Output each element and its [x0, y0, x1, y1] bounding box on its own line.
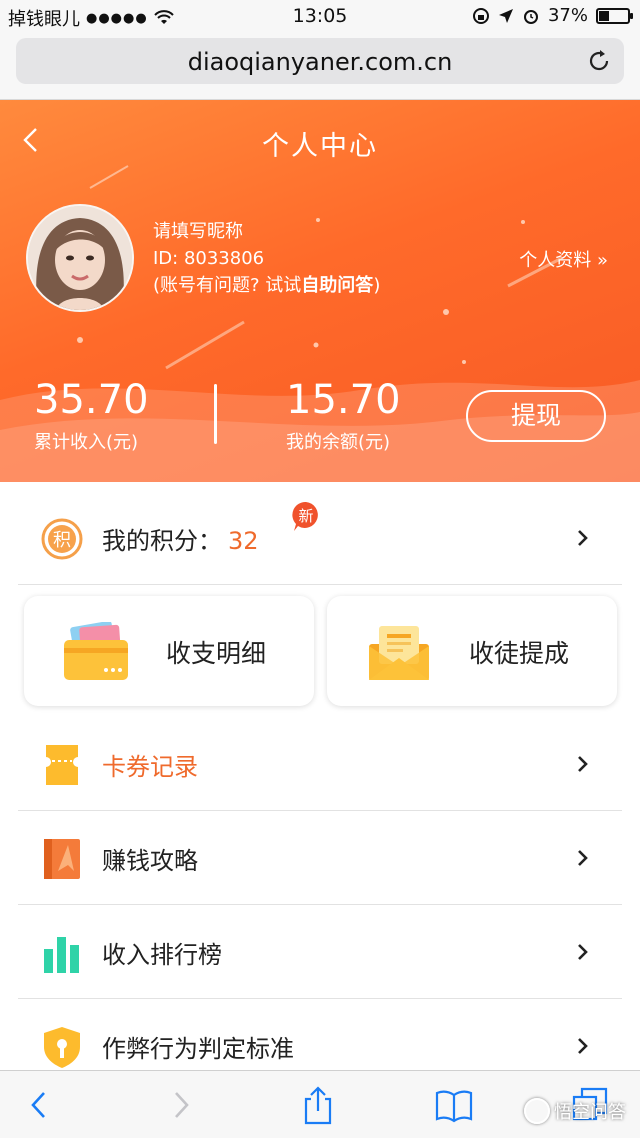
user-id: ID: 8033806 — [153, 248, 265, 269]
ticket-icon — [46, 745, 78, 785]
menu-label-coupons: 卡券记录 — [102, 753, 198, 781]
help-prefix: (账号有问题? 试试 — [153, 275, 302, 296]
card-wallet-icon — [64, 622, 128, 680]
chevron-right-icon — [578, 944, 588, 960]
alarm-icon — [523, 9, 538, 24]
share-icon[interactable] — [298, 1085, 338, 1125]
menu-item-coupons[interactable]: 卡券记录 — [18, 718, 622, 811]
bookmarks-icon[interactable] — [434, 1085, 474, 1125]
points-icon-text: 积 — [53, 530, 71, 551]
url-field[interactable]: diaoqianyaner.com.cn — [16, 38, 624, 84]
status-right: 37% — [472, 5, 633, 26]
help-link[interactable]: 自助问答 — [301, 275, 373, 296]
url-text: diaoqianyaner.com.cn — [187, 48, 453, 76]
envelope-icon — [369, 626, 429, 680]
apprentice-commission-card[interactable]: 收徒提成 — [327, 596, 617, 706]
balance-label: 我的余额(元) — [286, 432, 391, 453]
battery-percent: 37% — [547, 5, 588, 26]
chevron-right-icon — [578, 756, 588, 772]
stat-divider — [214, 384, 217, 444]
menu-item-money-guide[interactable]: 赚钱攻略 — [18, 812, 622, 905]
help-line: (账号有问题? 试试自助问答) — [153, 272, 380, 299]
apprentice-commission-label: 收徒提成 — [469, 639, 570, 668]
menu-label-money-guide: 赚钱攻略 — [102, 847, 198, 875]
shield-icon — [44, 1027, 80, 1068]
points-icon: 积 — [41, 518, 83, 560]
avatar-portrait — [28, 206, 132, 310]
chevron-right-icon — [578, 530, 588, 546]
chevron-right-icon — [578, 1038, 588, 1054]
points-row[interactable]: 积 我的积分： 32 新 — [18, 492, 622, 585]
menu-item-income-ranking[interactable]: 收入排行榜 — [18, 906, 622, 999]
total-income-value: 35.70 — [34, 377, 149, 423]
total-income: 35.70 累计收入(元) — [34, 378, 149, 454]
browser-forward-icon[interactable] — [160, 1085, 200, 1125]
new-badge-text: 新 — [298, 507, 313, 525]
watermark: 悟空问答 — [524, 1098, 626, 1124]
guide-book-icon — [44, 839, 80, 879]
points-label-text: 我的积分： — [102, 527, 222, 555]
help-suffix: ) — [373, 275, 381, 296]
profile-header: 个人中心 请填写昵称 ID: 8033806 (账号有问题? 试试自助问答) 个… — [0, 100, 640, 482]
location-icon — [498, 8, 513, 23]
menu-label-income-ranking: 收入排行榜 — [102, 941, 222, 969]
points-label: 我的积分： 32 — [102, 521, 259, 556]
total-income-label: 累计收入(元) — [34, 432, 139, 453]
watermark-logo-icon — [524, 1098, 550, 1124]
browser-address-bar: diaoqianyaner.com.cn — [0, 32, 640, 100]
user-info: 请填写昵称 ID: 8033806 (账号有问题? 试试自助问答) — [153, 218, 380, 299]
profile-link[interactable]: 个人资料 » — [519, 246, 608, 272]
chevron-right-icon — [578, 850, 588, 866]
nickname[interactable]: 请填写昵称 — [153, 218, 380, 245]
browser-back-icon[interactable] — [20, 1085, 60, 1125]
menu-label-cheating-rules: 作弊行为判定标准 — [102, 1035, 294, 1063]
points-value: 32 — [228, 527, 259, 555]
page-title: 个人中心 — [262, 131, 378, 162]
avatar[interactable] — [26, 204, 134, 312]
reload-icon[interactable] — [586, 48, 612, 74]
income-details-label: 收支明细 — [166, 639, 267, 668]
withdraw-button[interactable]: 提现 — [466, 390, 606, 442]
watermark-text: 悟空问答 — [554, 1102, 626, 1123]
rotation-lock-icon — [472, 7, 489, 24]
income-details-card[interactable]: 收支明细 — [24, 596, 314, 706]
balance: 15.70 我的余额(元) — [286, 378, 401, 454]
new-badge-icon: 新 — [292, 501, 318, 531]
status-bar: 掉钱眼儿 ●●●●● 13:05 37% — [0, 0, 640, 32]
battery-fill — [599, 10, 610, 21]
balance-value: 15.70 — [286, 377, 401, 423]
bar-chart-icon — [44, 937, 79, 973]
battery-icon — [596, 7, 633, 24]
